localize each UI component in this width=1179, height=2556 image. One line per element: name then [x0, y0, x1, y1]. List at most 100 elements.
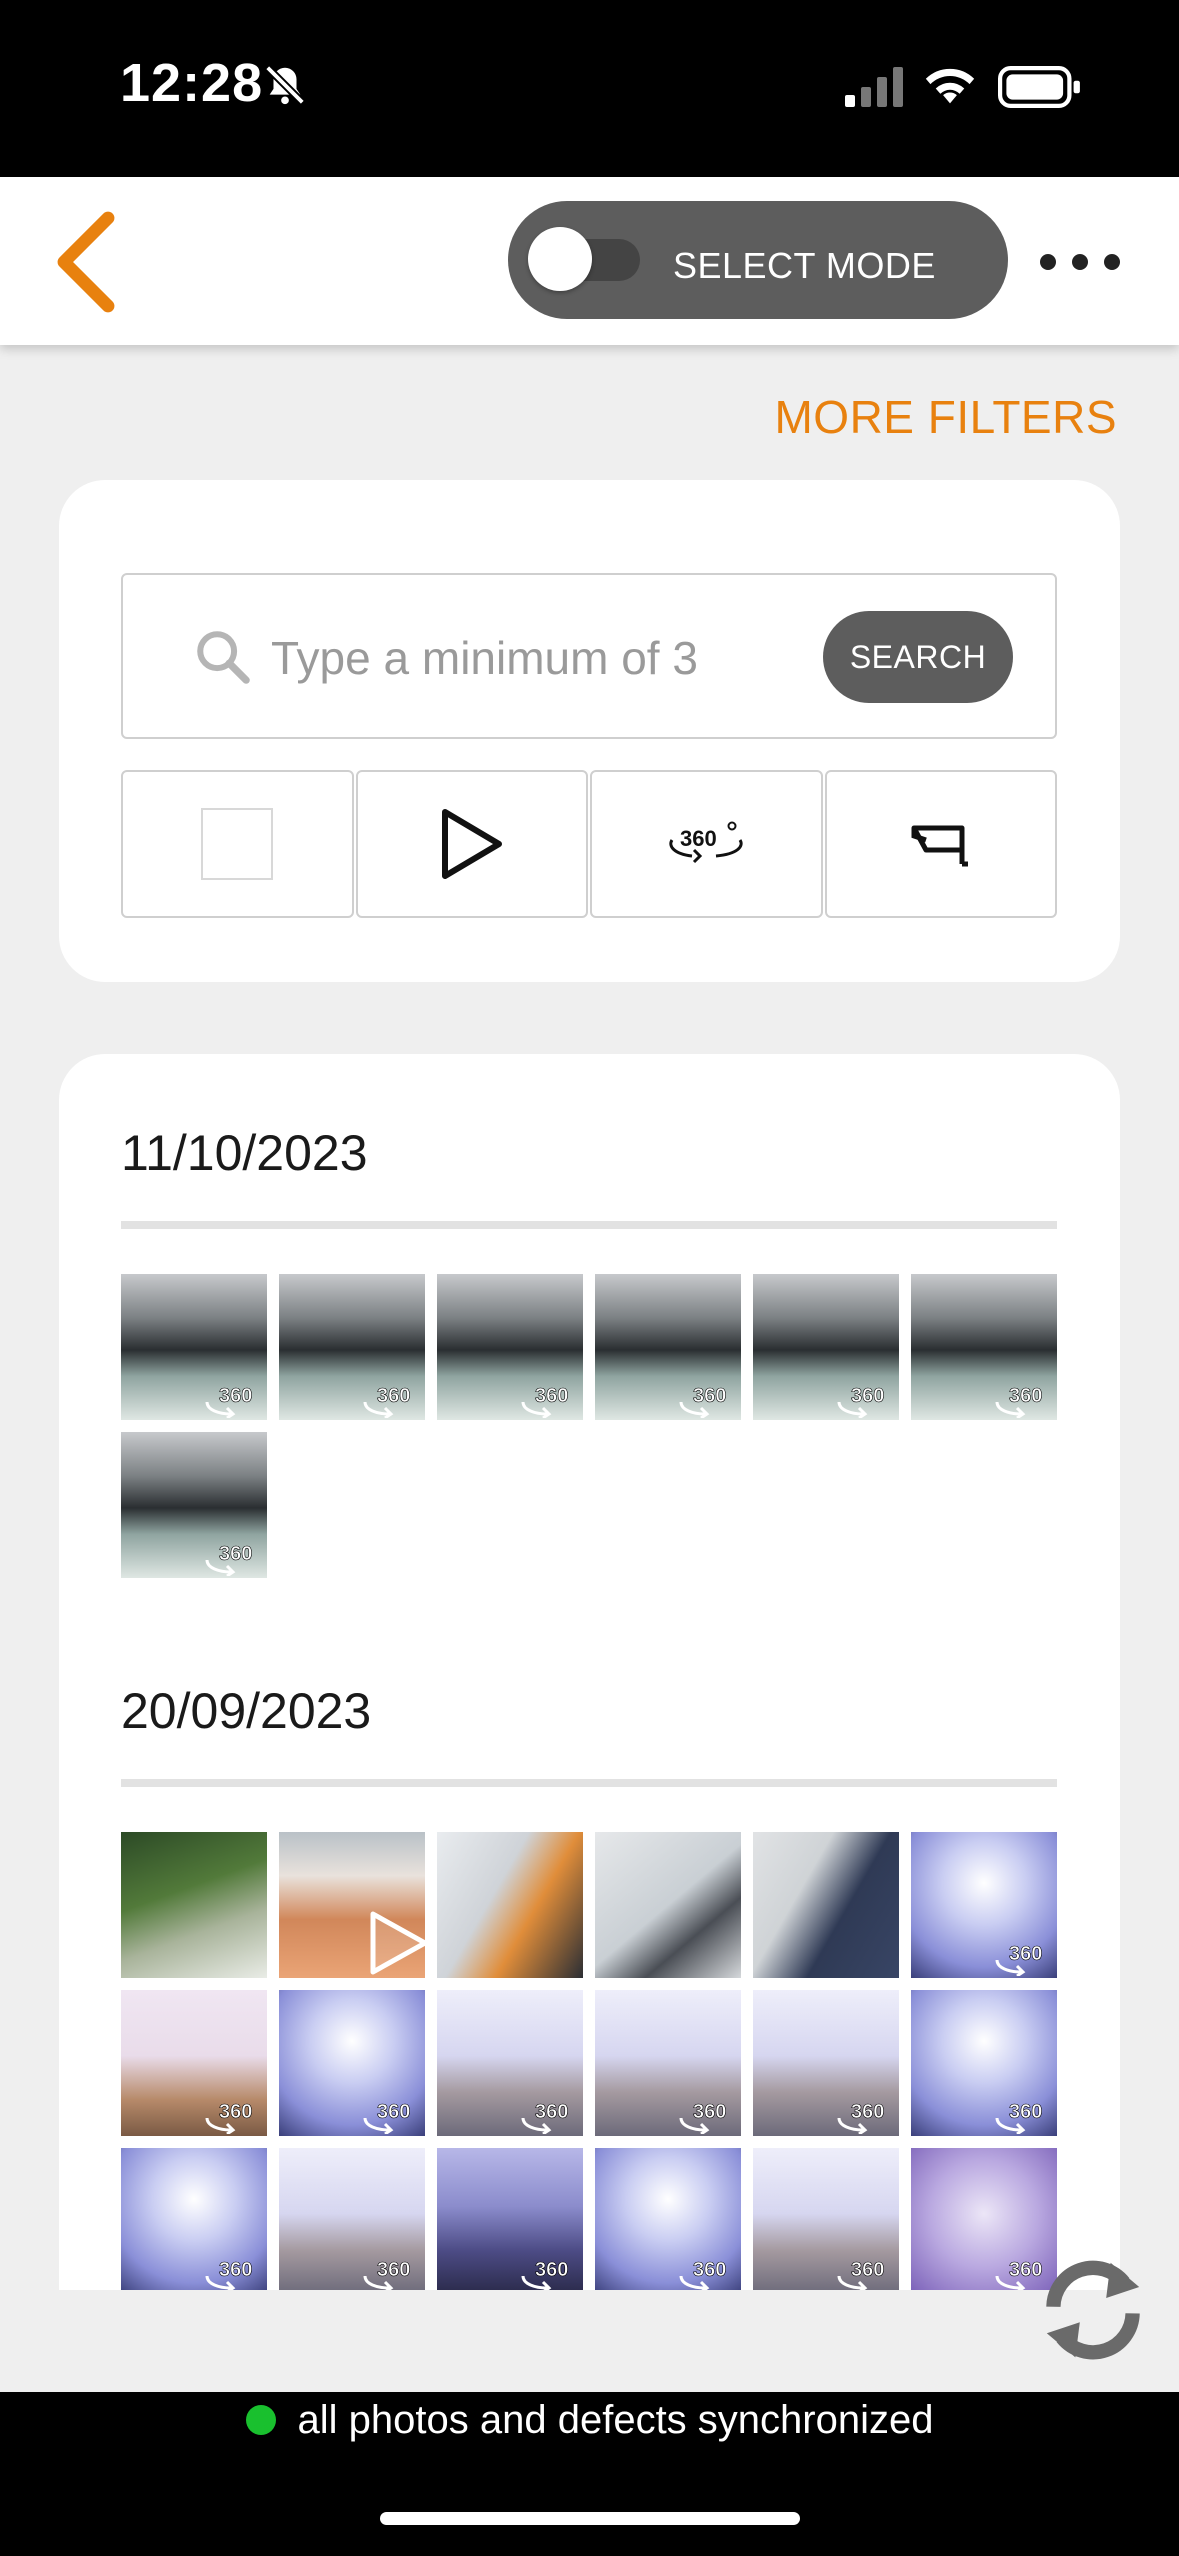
photo-thumbnail[interactable]: 360	[911, 1832, 1057, 1978]
photo-thumbnail[interactable]: 360	[595, 1274, 741, 1420]
360-badge-icon: 360	[205, 1385, 253, 1418]
svg-text:360: 360	[219, 1543, 252, 1565]
filter-card: SEARCH 360	[59, 480, 1120, 982]
rotate-360-icon: 360	[669, 821, 743, 864]
svg-text:360: 360	[851, 2101, 884, 2123]
photo-thumbnail[interactable]: 360	[437, 1990, 583, 2136]
search-button[interactable]: SEARCH	[823, 611, 1013, 703]
play-icon	[370, 1911, 425, 1975]
photo-thumbnail[interactable]	[437, 1832, 583, 1978]
square-photo-icon	[201, 808, 274, 880]
photo-thumbnail[interactable]: 360	[911, 2148, 1057, 2290]
ellipsis-icon[interactable]	[1040, 237, 1120, 287]
360-badge-icon: 360	[837, 2101, 885, 2134]
filter-photo-button[interactable]	[121, 770, 354, 918]
photo-thumbnail[interactable]: 360	[279, 1274, 425, 1420]
360-badge-icon: 360	[521, 2101, 569, 2134]
svg-text:360: 360	[680, 826, 717, 851]
type-filter-row: 360	[121, 770, 1057, 918]
sync-status-dot	[245, 2405, 276, 2435]
svg-text:360: 360	[535, 2101, 568, 2123]
svg-text:360: 360	[1009, 1943, 1042, 1965]
more-filters-link[interactable]: MORE FILTERS	[774, 390, 1117, 444]
search-input[interactable]	[271, 627, 791, 689]
svg-text:360: 360	[535, 2259, 568, 2281]
svg-text:360: 360	[693, 2259, 726, 2281]
photo-thumbnail[interactable]: 360	[279, 2148, 425, 2290]
date-group-divider	[121, 1221, 1057, 1229]
svg-text:360: 360	[219, 2259, 252, 2281]
photo-thumbnail[interactable]: 360	[911, 1990, 1057, 2136]
photo-thumbnail[interactable]	[279, 1832, 425, 1978]
360-badge-icon: 360	[679, 2259, 727, 2290]
360-badge-icon: 360	[837, 2259, 885, 2290]
svg-text:360: 360	[851, 2259, 884, 2281]
select-mode-label: SELECT MODE	[673, 245, 936, 286]
360-badge-icon: 360	[679, 1385, 727, 1418]
date-group-title: 11/10/2023	[121, 1125, 368, 1181]
svg-text:360: 360	[693, 1385, 726, 1407]
360-badge-icon: 360	[363, 2259, 411, 2290]
battery-icon	[998, 66, 1080, 108]
svg-text:360: 360	[693, 2101, 726, 2123]
chevron-left-icon[interactable]	[46, 207, 126, 317]
play-icon	[441, 809, 502, 879]
photo-thumbnail[interactable]: 360	[437, 2148, 583, 2290]
select-mode-toggle[interactable]: SELECT MODE	[508, 201, 1008, 319]
filter-360-button[interactable]: 360	[590, 770, 823, 918]
status-time: 12:28	[120, 53, 264, 113]
360-badge-icon: 360	[837, 1385, 885, 1418]
svg-text:360: 360	[535, 1385, 568, 1407]
photo-thumbnail[interactable]: 360	[121, 1432, 267, 1578]
date-group-title: 20/09/2023	[121, 1683, 372, 1739]
photo-thumbnail[interactable]: 360	[121, 1990, 267, 2136]
photo-thumbnail[interactable]: 360	[121, 2148, 267, 2290]
360-badge-icon: 360	[363, 1385, 411, 1418]
photo-thumbnail[interactable]: 360	[121, 1274, 267, 1420]
app-header: SELECT MODE	[0, 177, 1179, 345]
360-badge-icon: 360	[205, 1543, 253, 1576]
filter-video-button[interactable]	[355, 770, 588, 918]
photo-thumbnail[interactable]: 360	[911, 1274, 1057, 1420]
360-badge-icon: 360	[521, 2259, 569, 2290]
security-camera-icon	[911, 825, 968, 867]
photo-thumbnail[interactable]: 360	[753, 1990, 899, 2136]
sync-icon[interactable]	[1038, 2254, 1148, 2364]
photo-thumbnail[interactable]: 360	[595, 1990, 741, 2136]
bell-off-icon	[265, 65, 305, 105]
360-badge-icon: 360	[205, 2101, 253, 2134]
sync-status-text: all photos and defects synchronized	[297, 2398, 934, 2442]
search-box: SEARCH	[121, 573, 1057, 739]
360-badge-icon: 360	[363, 2101, 411, 2134]
svg-text:360: 360	[219, 1385, 252, 1407]
cellular-signal-icon	[845, 67, 903, 107]
360-badge-icon: 360	[205, 2259, 253, 2290]
photo-thumbnail[interactable]	[595, 1832, 741, 1978]
toggle-knob	[528, 227, 592, 291]
360-badge-icon: 360	[995, 1385, 1043, 1418]
photo-thumbnail[interactable]: 360	[753, 2148, 899, 2290]
360-badge-icon: 360	[995, 1943, 1043, 1976]
photo-thumbnail[interactable]	[121, 1832, 267, 1978]
date-group-divider	[121, 1779, 1057, 1787]
svg-text:360: 360	[377, 1385, 410, 1407]
wifi-icon	[925, 68, 975, 104]
gallery-card: 11/10/2023 360 360 360 360 360 360 360 20/09/202…	[59, 1054, 1120, 2290]
svg-text:360: 360	[219, 2101, 252, 2123]
photo-thumbnail[interactable]: 360	[595, 2148, 741, 2290]
svg-text:360: 360	[851, 1385, 884, 1407]
photo-thumbnail[interactable]: 360	[753, 1274, 899, 1420]
svg-text:360: 360	[1009, 2101, 1042, 2123]
360-badge-icon: 360	[521, 1385, 569, 1418]
svg-text:360: 360	[377, 2101, 410, 2123]
360-badge-icon: 360	[679, 2101, 727, 2134]
filter-camera-button[interactable]	[824, 770, 1057, 918]
360-badge-icon: 360	[995, 2101, 1043, 2134]
status-bar: 12:28	[0, 0, 1179, 177]
photo-thumbnail[interactable]: 360	[279, 1990, 425, 2136]
home-indicator[interactable]	[380, 2512, 800, 2525]
sync-status: all photos and defects synchronized	[0, 2398, 1179, 2443]
search-icon	[197, 631, 250, 684]
photo-thumbnail[interactable]: 360	[437, 1274, 583, 1420]
photo-thumbnail[interactable]	[753, 1832, 899, 1978]
